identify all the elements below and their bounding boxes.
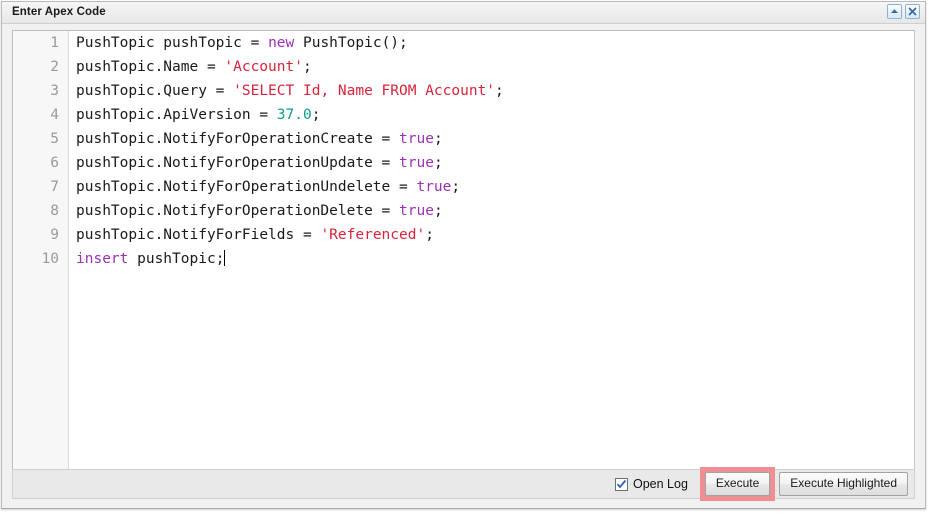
code-token-plain: pushTopic.NotifyForOperationUpdate = [76,155,400,171]
execute-button[interactable]: Execute [704,472,771,496]
code-line[interactable]: pushTopic.NotifyForOperationUpdate = tru… [76,151,914,175]
code-line[interactable]: insert pushTopic; [76,247,914,271]
line-number: 4 [50,107,59,123]
dialog-footer: Open Log Execute Execute Highlighted [12,467,915,501]
code-content[interactable]: PushTopic pushTopic = new PushTopic(); pu… [70,31,914,476]
line-number: 6 [50,155,59,171]
code-token-plain: pushTopic.Name = [76,59,225,75]
code-line[interactable]: pushTopic.NotifyForOperationCreate = tru… [76,127,914,151]
line-number: 8 [50,203,59,219]
code-token-plain: ; [451,179,461,195]
code-token-kw: new [268,35,295,51]
code-token-kw: true [399,203,434,219]
code-token-str: 'Referenced' [320,227,426,243]
code-token-plain: pushTopic.NotifyForFields = [76,227,321,243]
code-line[interactable]: pushTopic.Query = 'SELECT Id, Name FROM … [76,79,914,103]
code-line[interactable]: pushTopic.ApiVersion = 37.0; [76,103,914,127]
line-number: 7 [50,179,59,195]
code-token-plain: ; [495,83,504,99]
code-token-plain: ; [311,107,321,123]
open-log-label: Open Log [632,477,688,491]
code-line[interactable]: pushTopic.NotifyForOperationDelete = tru… [76,199,914,223]
code-line[interactable]: pushTopic.NotifyForFields = 'Referenced'… [76,223,914,247]
line-number: 10 [41,251,59,267]
code-token-plain: ; [433,155,443,171]
code-token-plain: PushTopic pushTopic = [76,35,269,51]
code-token-plain: ; [433,131,443,147]
code-token-str: 'Account' [224,59,303,75]
code-token-kw: insert [76,251,129,267]
line-number-gutter: 1 2 3 4 5 6 7 8 9 10 [13,31,69,476]
code-token-kw: true [416,179,452,195]
dialog-titlebar: Enter Apex Code [2,2,925,24]
open-log-control[interactable]: Open Log [614,477,688,491]
dialog-title: Enter Apex Code [12,6,106,18]
execute-highlighted-button[interactable]: Execute Highlighted [779,472,908,496]
line-number: 1 [50,35,59,51]
close-button[interactable] [905,4,920,19]
code-token-num: 37.0 [276,107,312,123]
code-token-str: 'SELECT Id, Name FROM Account' [233,83,496,99]
code-line[interactable]: PushTopic pushTopic = new PushTopic(); [76,31,914,55]
execute-button-highlight: Execute [699,467,776,501]
code-token-plain: pushTopic.NotifyForOperationCreate = [76,131,400,147]
text-caret [224,250,226,266]
code-line[interactable]: pushTopic.Name = 'Account'; [76,55,914,79]
code-token-plain: pushTopic.ApiVersion = [76,107,277,123]
code-token-plain: ; [425,227,434,243]
code-line[interactable]: pushTopic.NotifyForOperationUndelete = t… [76,175,914,199]
line-number: 2 [50,59,59,75]
open-log-checkbox[interactable] [614,477,628,491]
titlebar-button-group [887,4,920,19]
collapse-button[interactable] [887,4,902,19]
line-number: 5 [50,131,59,147]
code-token-kw: true [399,131,434,147]
code-editor[interactable]: 1 2 3 4 5 6 7 8 9 10 PushTopic pushTopic = new Pu… [12,30,915,477]
code-token-plain: pushTopic.NotifyForOperationUndelete = [76,179,417,195]
line-number: 9 [50,227,59,243]
code-token-plain: ; [302,59,312,75]
code-token-plain: pushTopic; [128,251,225,267]
line-number: 3 [50,83,59,99]
code-token-plain: pushTopic.NotifyForOperationDelete = [76,203,400,219]
code-token-plain: ; [433,203,443,219]
code-token-plain: pushTopic.Query = [76,83,234,99]
code-token-kw: true [399,155,434,171]
code-token-plain: PushTopic(); [294,35,408,51]
apex-code-dialog: Enter Apex Code 1 2 3 4 5 6 7 8 9 10 PushTopic [1,1,926,509]
